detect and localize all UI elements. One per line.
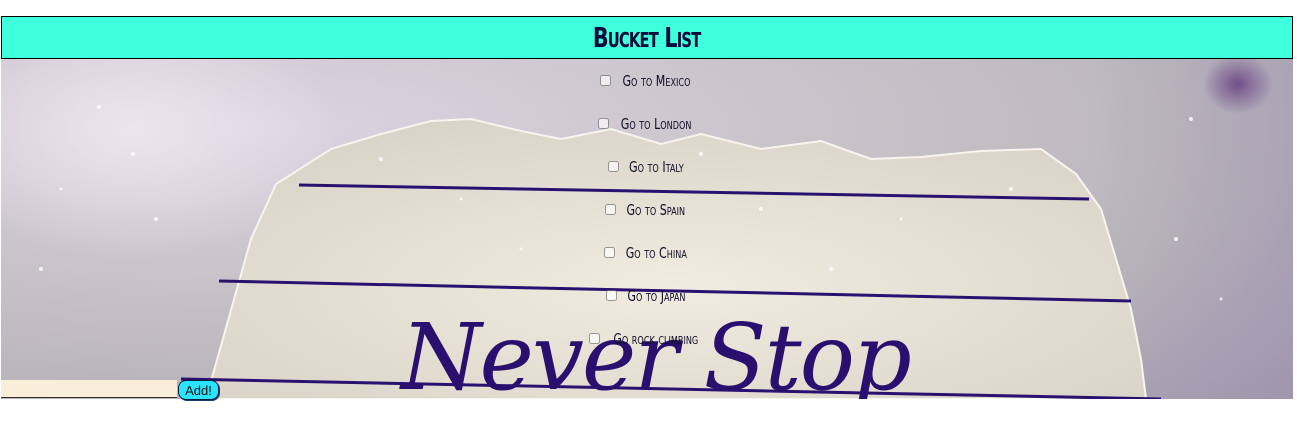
- item-checkbox[interactable]: [603, 247, 615, 258]
- list-item: Go to Japan: [0, 274, 1297, 317]
- item-checkbox[interactable]: [607, 161, 619, 172]
- item-checkbox[interactable]: [597, 118, 609, 129]
- item-checkbox[interactable]: [605, 204, 617, 215]
- list-item: Go to London: [0, 102, 1297, 145]
- item-label: Go to London: [620, 114, 692, 133]
- item-label: Go rock climbing: [613, 329, 699, 348]
- list-item: Go to China: [0, 231, 1297, 274]
- list-item: Go to Spain: [0, 188, 1297, 231]
- bucket-list-app: Bucket List Never Stop Go to Mexico Go t…: [0, 0, 1297, 427]
- bucket-list: Go to Mexico Go to London Go to Italy Go…: [0, 59, 1297, 360]
- item-label: Go to Italy: [628, 157, 684, 176]
- item-checkbox[interactable]: [589, 333, 601, 344]
- new-item-input[interactable]: [1, 380, 177, 398]
- item-label: Go to Japan: [626, 286, 686, 305]
- add-button[interactable]: Add!: [178, 380, 219, 400]
- item-checkbox[interactable]: [599, 75, 611, 86]
- header-bar: Bucket List: [1, 16, 1293, 59]
- item-label: Go to Mexico: [621, 71, 691, 90]
- page-title: Bucket List: [593, 21, 701, 54]
- list-item: Go to Italy: [0, 145, 1297, 188]
- list-item: Go to Mexico: [0, 59, 1297, 102]
- list-item: Go rock climbing: [0, 317, 1297, 360]
- item-checkbox[interactable]: [605, 290, 617, 301]
- item-label: Go to Spain: [626, 200, 686, 219]
- item-label: Go to China: [625, 243, 687, 262]
